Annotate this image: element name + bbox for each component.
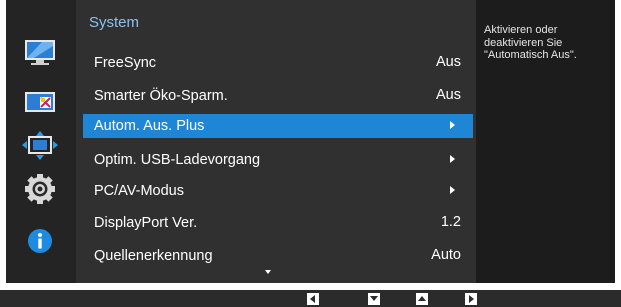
scroll-down-icon[interactable] bbox=[265, 270, 271, 274]
menu-item-label: Autom. Aus. Plus bbox=[94, 118, 205, 134]
help-text: Aktivieren oder deaktivieren Sie "Automa… bbox=[484, 24, 577, 61]
menu-item-source-detection[interactable]: Quellenerkennung Auto bbox=[83, 244, 473, 268]
menu-item-value: Aus bbox=[436, 54, 461, 70]
system-gear-icon[interactable] bbox=[22, 174, 58, 204]
chevron-right-icon bbox=[450, 121, 455, 129]
onscreen-display-icon[interactable] bbox=[22, 89, 58, 119]
help-panel: Aktivieren oder deaktivieren Sie "Automa… bbox=[476, 0, 615, 283]
picture-icon[interactable] bbox=[22, 38, 58, 68]
left-key-icon[interactable] bbox=[307, 293, 319, 305]
menu-item-value: 1.2 bbox=[440, 214, 461, 230]
menu-item-label: FreeSync bbox=[94, 55, 157, 71]
menu-item-freesync[interactable]: FreeSync Aus bbox=[83, 51, 473, 75]
menu-item-pc-av-mode[interactable]: PC/AV-Modus bbox=[83, 179, 473, 203]
chevron-right-icon bbox=[450, 186, 455, 194]
category-sidebar bbox=[6, 0, 76, 283]
menu-item-label: Optim. USB-Ladevorgang bbox=[94, 152, 261, 168]
menu-title: System bbox=[89, 14, 140, 31]
key-guide-bar bbox=[0, 290, 621, 307]
menu-item-label: PC/AV-Modus bbox=[94, 183, 184, 199]
menu-item-value: Aus bbox=[436, 87, 461, 103]
menu-item-label: Smarter Öko-Sparm. bbox=[94, 88, 228, 104]
system-menu-panel: System FreeSync Aus Smarter Öko-Sparm. A… bbox=[76, 0, 476, 283]
menu-item-label: DisplayPort Ver. bbox=[94, 215, 198, 231]
right-key-icon[interactable] bbox=[465, 293, 477, 305]
information-icon[interactable] bbox=[22, 226, 58, 256]
menu-item-auto-off-plus[interactable]: Autom. Aus. Plus bbox=[83, 114, 473, 138]
menu-item-eco-saving[interactable]: Smarter Öko-Sparm. Aus bbox=[83, 84, 473, 108]
position-icon[interactable] bbox=[22, 131, 58, 161]
menu-item-usb-charging[interactable]: Optim. USB-Ladevorgang bbox=[83, 148, 473, 172]
up-key-icon[interactable] bbox=[416, 293, 428, 305]
menu-item-label: Quellenerkennung bbox=[94, 248, 213, 264]
menu-item-displayport-version[interactable]: DisplayPort Ver. 1.2 bbox=[83, 211, 473, 235]
down-key-icon[interactable] bbox=[368, 293, 380, 305]
menu-item-value: Auto bbox=[431, 247, 461, 263]
chevron-right-icon bbox=[450, 155, 455, 163]
